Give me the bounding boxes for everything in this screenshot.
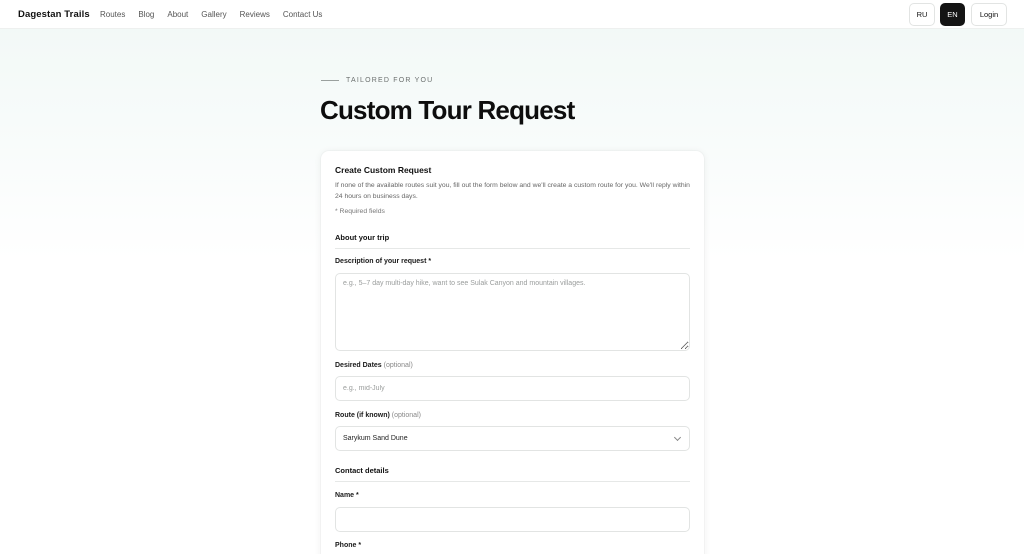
name-label: Name * [335, 492, 359, 499]
language-ru-button[interactable]: RU [909, 3, 935, 26]
nav-blog[interactable]: Blog [138, 10, 154, 19]
route-select-value: Sarykum Sand Dune [343, 435, 408, 442]
section-heading-contact: Contact details [335, 466, 690, 482]
chevron-down-icon [673, 433, 682, 442]
brand-logo[interactable]: Dagestan Trails [18, 9, 90, 20]
main-nav: Routes Blog About Gallery Reviews Contac… [100, 10, 335, 19]
route-label: Route (if known) (optional) [335, 412, 421, 419]
eyebrow-divider [321, 80, 339, 81]
route-select[interactable]: Sarykum Sand Dune [335, 426, 690, 451]
login-button[interactable]: Login [971, 3, 1007, 26]
dates-label: Desired Dates (optional) [335, 362, 413, 369]
dates-label-text: Desired Dates [335, 362, 382, 369]
section-eyebrow: TAILORED FOR YOU [321, 77, 433, 84]
nav-contact-us[interactable]: Contact Us [283, 10, 323, 19]
phone-label: Phone * [335, 542, 362, 549]
description-label: Description of your request * [335, 258, 432, 265]
dates-optional-text: (optional) [383, 362, 413, 369]
dates-input[interactable] [335, 376, 690, 401]
route-label-text: Route (if known) [335, 412, 390, 419]
section-heading-trip: About your trip [335, 233, 690, 249]
required-fields-note: * Required fields [335, 208, 385, 215]
description-textarea[interactable] [335, 273, 690, 351]
form-description: If none of the available routes suit you… [335, 182, 690, 200]
custom-request-form: Create Custom Request If none of the ava… [321, 151, 704, 554]
name-input[interactable] [335, 507, 690, 532]
route-optional-text: (optional) [391, 412, 421, 419]
nav-gallery[interactable]: Gallery [201, 10, 226, 19]
top-navbar: Dagestan Trails Routes Blog About Galler… [0, 0, 1024, 29]
language-en-button[interactable]: EN [940, 3, 965, 26]
page-title: Custom Tour Request [320, 95, 575, 125]
nav-about[interactable]: About [167, 10, 188, 19]
form-title: Create Custom Request [335, 165, 432, 175]
nav-routes[interactable]: Routes [100, 10, 125, 19]
eyebrow-text: TAILORED FOR YOU [346, 77, 434, 84]
nav-reviews[interactable]: Reviews [240, 10, 270, 19]
